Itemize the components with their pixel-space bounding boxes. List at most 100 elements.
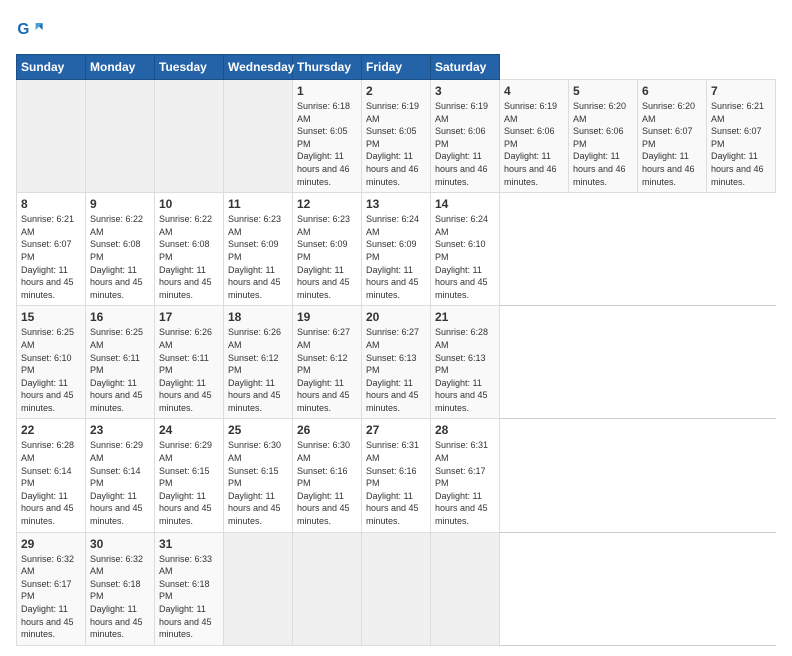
- day-number: 24: [159, 423, 219, 437]
- calendar-cell: 19Sunrise: 6:27 AMSunset: 6:12 PMDayligh…: [293, 306, 362, 419]
- calendar-cell: 23Sunrise: 6:29 AMSunset: 6:14 PMDayligh…: [86, 419, 155, 532]
- logo: G: [16, 16, 48, 44]
- day-number: 26: [297, 423, 357, 437]
- calendar-cell: 2 Sunrise: 6:19 AMSunset: 6:05 PMDaylight…: [362, 80, 431, 193]
- day-info: Sunrise: 6:32 AMSunset: 6:18 PMDaylight:…: [90, 554, 143, 640]
- day-info: Sunrise: 6:24 AMSunset: 6:09 PMDaylight:…: [366, 214, 419, 300]
- day-number: 3: [435, 84, 495, 98]
- day-number: 21: [435, 310, 495, 324]
- day-info: Sunrise: 6:30 AMSunset: 6:15 PMDaylight:…: [228, 440, 281, 526]
- day-info: Sunrise: 6:28 AMSunset: 6:13 PMDaylight:…: [435, 327, 488, 413]
- day-number: 10: [159, 197, 219, 211]
- calendar-cell: 16 Sunrise: 6:25 AMSunset: 6:11 PMDayligh…: [86, 306, 155, 419]
- calendar-cell: 21 Sunrise: 6:28 AMSunset: 6:13 PMDayligh…: [431, 306, 500, 419]
- day-header-row: SundayMondayTuesdayWednesdayThursdayFrid…: [17, 55, 776, 80]
- calendar-cell: 29 Sunrise: 6:32 AMSunset: 6:17 PMDayligh…: [17, 532, 86, 645]
- calendar-cell: 14 Sunrise: 6:24 AMSunset: 6:10 PMDayligh…: [431, 193, 500, 306]
- day-number: 4: [504, 84, 564, 98]
- day-info: Sunrise: 6:19 AMSunset: 6:06 PMDaylight:…: [504, 101, 557, 187]
- day-info: Sunrise: 6:23 AMSunset: 6:09 PMDaylight:…: [228, 214, 281, 300]
- day-number: 1: [297, 84, 357, 98]
- day-info: Sunrise: 6:31 AMSunset: 6:17 PMDaylight:…: [435, 440, 488, 526]
- calendar-cell: 30Sunrise: 6:32 AMSunset: 6:18 PMDayligh…: [86, 532, 155, 645]
- day-number: 16: [90, 310, 150, 324]
- calendar-cell: [224, 532, 293, 645]
- calendar-week-2: 8 Sunrise: 6:21 AMSunset: 6:07 PMDaylight…: [17, 193, 776, 306]
- calendar-cell: [293, 532, 362, 645]
- calendar-cell: 24 Sunrise: 6:29 AMSunset: 6:15 PMDayligh…: [155, 419, 224, 532]
- day-number: 22: [21, 423, 81, 437]
- calendar-cell: 25 Sunrise: 6:30 AMSunset: 6:15 PMDayligh…: [224, 419, 293, 532]
- calendar-cell: [362, 532, 431, 645]
- day-number: 6: [642, 84, 702, 98]
- calendar-cell: 5 Sunrise: 6:20 AMSunset: 6:06 PMDaylight…: [569, 80, 638, 193]
- day-info: Sunrise: 6:19 AMSunset: 6:05 PMDaylight:…: [366, 101, 419, 187]
- calendar-cell: 20Sunrise: 6:27 AMSunset: 6:13 PMDayligh…: [362, 306, 431, 419]
- calendar-cell: [155, 80, 224, 193]
- calendar-cell: 12 Sunrise: 6:23 AMSunset: 6:09 PMDayligh…: [293, 193, 362, 306]
- calendar-cell: 15 Sunrise: 6:25 AMSunset: 6:10 PMDayligh…: [17, 306, 86, 419]
- calendar-cell: 10 Sunrise: 6:22 AMSunset: 6:08 PMDayligh…: [155, 193, 224, 306]
- day-number: 5: [573, 84, 633, 98]
- day-info: Sunrise: 6:21 AMSunset: 6:07 PMDaylight:…: [21, 214, 74, 300]
- day-info: Sunrise: 6:29 AMSunset: 6:14 PMDaylight:…: [90, 440, 143, 526]
- day-info: Sunrise: 6:24 AMSunset: 6:10 PMDaylight:…: [435, 214, 488, 300]
- day-header-thursday: Thursday: [293, 55, 362, 80]
- day-number: 2: [366, 84, 426, 98]
- day-info: Sunrise: 6:28 AMSunset: 6:14 PMDaylight:…: [21, 440, 74, 526]
- calendar-cell: 3 Sunrise: 6:19 AMSunset: 6:06 PMDaylight…: [431, 80, 500, 193]
- calendar-header: G: [16, 16, 776, 44]
- calendar-table: SundayMondayTuesdayWednesdayThursdayFrid…: [16, 54, 776, 646]
- calendar-cell: 6 Sunrise: 6:20 AMSunset: 6:07 PMDaylight…: [638, 80, 707, 193]
- day-info: Sunrise: 6:23 AMSunset: 6:09 PMDaylight:…: [297, 214, 350, 300]
- day-number: 25: [228, 423, 288, 437]
- day-number: 13: [366, 197, 426, 211]
- svg-text:G: G: [17, 21, 29, 38]
- day-info: Sunrise: 6:25 AMSunset: 6:11 PMDaylight:…: [90, 327, 143, 413]
- day-number: 8: [21, 197, 81, 211]
- day-header-friday: Friday: [362, 55, 431, 80]
- calendar-cell: 27 Sunrise: 6:31 AMSunset: 6:16 PMDayligh…: [362, 419, 431, 532]
- day-header-saturday: Saturday: [431, 55, 500, 80]
- day-number: 31: [159, 537, 219, 551]
- day-number: 28: [435, 423, 495, 437]
- day-info: Sunrise: 6:22 AMSunset: 6:08 PMDaylight:…: [159, 214, 212, 300]
- calendar-week-4: 22 Sunrise: 6:28 AMSunset: 6:14 PMDayligh…: [17, 419, 776, 532]
- calendar-cell: 11 Sunrise: 6:23 AMSunset: 6:09 PMDayligh…: [224, 193, 293, 306]
- day-info: Sunrise: 6:18 AMSunset: 6:05 PMDaylight:…: [297, 101, 350, 187]
- calendar-cell: 7 Sunrise: 6:21 AMSunset: 6:07 PMDaylight…: [707, 80, 776, 193]
- calendar-week-5: 29 Sunrise: 6:32 AMSunset: 6:17 PMDayligh…: [17, 532, 776, 645]
- day-info: Sunrise: 6:30 AMSunset: 6:16 PMDaylight:…: [297, 440, 350, 526]
- day-info: Sunrise: 6:31 AMSunset: 6:16 PMDaylight:…: [366, 440, 419, 526]
- day-info: Sunrise: 6:20 AMSunset: 6:06 PMDaylight:…: [573, 101, 626, 187]
- calendar-week-1: 1 Sunrise: 6:18 AMSunset: 6:05 PMDaylight…: [17, 80, 776, 193]
- calendar-cell: 17Sunrise: 6:26 AMSunset: 6:11 PMDayligh…: [155, 306, 224, 419]
- day-info: Sunrise: 6:21 AMSunset: 6:07 PMDaylight:…: [711, 101, 764, 187]
- day-info: Sunrise: 6:20 AMSunset: 6:07 PMDaylight:…: [642, 101, 695, 187]
- day-info: Sunrise: 6:29 AMSunset: 6:15 PMDaylight:…: [159, 440, 212, 526]
- calendar-cell: [17, 80, 86, 193]
- day-number: 27: [366, 423, 426, 437]
- day-info: Sunrise: 6:32 AMSunset: 6:17 PMDaylight:…: [21, 554, 74, 640]
- day-number: 14: [435, 197, 495, 211]
- day-info: Sunrise: 6:26 AMSunset: 6:11 PMDaylight:…: [159, 327, 212, 413]
- day-number: 18: [228, 310, 288, 324]
- logo-icon: G: [16, 16, 44, 44]
- calendar-cell: 8 Sunrise: 6:21 AMSunset: 6:07 PMDaylight…: [17, 193, 86, 306]
- day-number: 20: [366, 310, 426, 324]
- day-info: Sunrise: 6:19 AMSunset: 6:06 PMDaylight:…: [435, 101, 488, 187]
- calendar-week-3: 15 Sunrise: 6:25 AMSunset: 6:10 PMDayligh…: [17, 306, 776, 419]
- day-info: Sunrise: 6:27 AMSunset: 6:12 PMDaylight:…: [297, 327, 350, 413]
- day-number: 29: [21, 537, 81, 551]
- day-number: 12: [297, 197, 357, 211]
- calendar-cell: 18Sunrise: 6:26 AMSunset: 6:12 PMDayligh…: [224, 306, 293, 419]
- day-number: 15: [21, 310, 81, 324]
- day-info: Sunrise: 6:25 AMSunset: 6:10 PMDaylight:…: [21, 327, 74, 413]
- calendar-cell: [86, 80, 155, 193]
- day-number: 7: [711, 84, 771, 98]
- day-header-wednesday: Wednesday: [224, 55, 293, 80]
- calendar-container: G SundayMondayTuesdayWednesdayThursdayFr…: [0, 0, 792, 656]
- day-number: 11: [228, 197, 288, 211]
- calendar-cell: 26 Sunrise: 6:30 AMSunset: 6:16 PMDayligh…: [293, 419, 362, 532]
- calendar-cell: 9Sunrise: 6:22 AMSunset: 6:08 PMDaylight…: [86, 193, 155, 306]
